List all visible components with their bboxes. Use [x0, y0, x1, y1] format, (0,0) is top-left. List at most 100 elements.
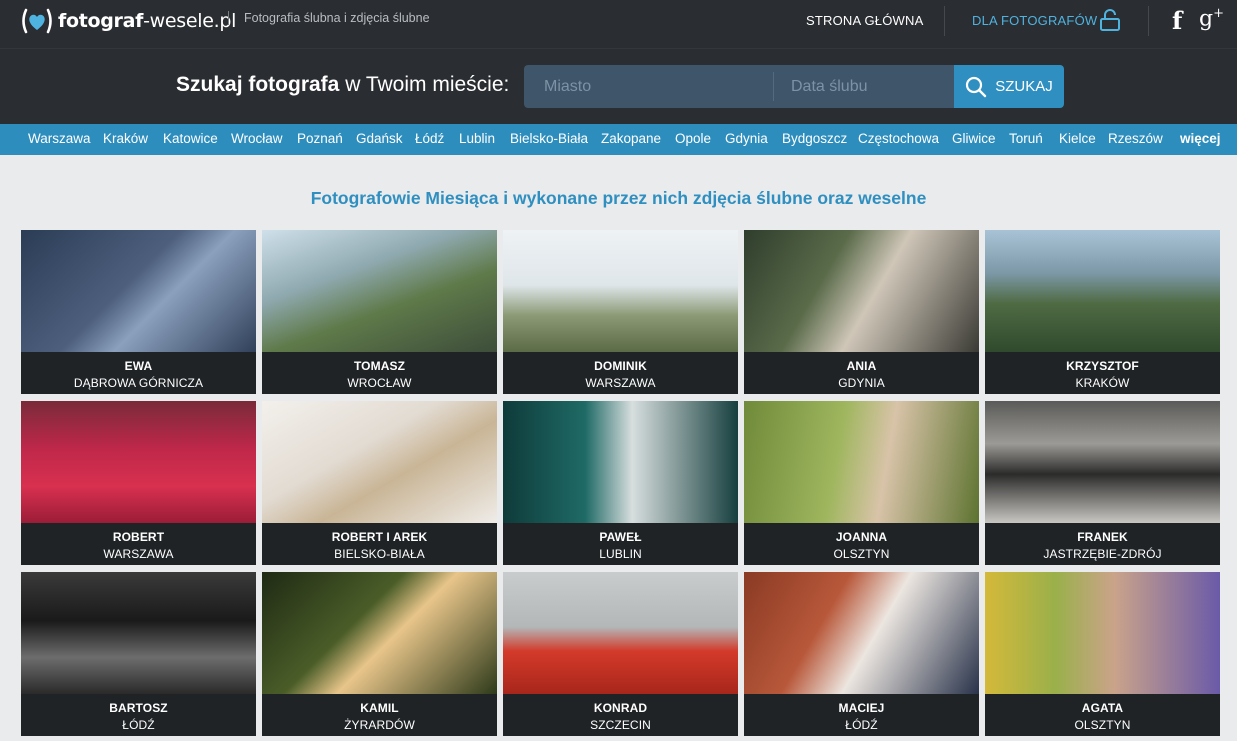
nav-home-link[interactable]: STRONA GŁÓWNA	[806, 13, 923, 28]
more-cities-link[interactable]: więcej	[1180, 131, 1221, 146]
google-plus-sup: +	[1213, 6, 1224, 21]
site-tagline: Fotografia ślubna i zdjęcia ślubne	[244, 11, 430, 25]
search-icon	[966, 76, 987, 97]
city-link[interactable]: Kielce	[1059, 131, 1096, 146]
photographer-photo	[985, 572, 1220, 694]
city-link[interactable]: Rzeszów	[1108, 131, 1163, 146]
city-link[interactable]: Poznań	[297, 131, 343, 146]
photographer-card[interactable]: PAWEŁ LUBLIN	[503, 401, 738, 565]
nav-divider	[944, 6, 945, 36]
social-divider	[1148, 6, 1149, 36]
photographer-name: KONRAD	[593, 701, 648, 715]
photographer-caption: DOMINIK WARSZAWA	[503, 352, 738, 394]
photographer-city: ŁÓDŹ	[845, 718, 878, 732]
photographer-card[interactable]: ROBERT WARSZAWA	[21, 401, 256, 565]
logo-text: fotograf-wesele.pl	[58, 10, 236, 32]
photographer-city: BIELSKO-BIAŁA	[334, 547, 425, 561]
photographer-name: ROBERT I AREK	[331, 530, 428, 544]
photographer-card[interactable]: FRANEK JASTRZĘBIE-ZDRÓJ	[985, 401, 1220, 565]
photographer-name: DOMINIK	[594, 359, 647, 373]
city-link[interactable]: Opole	[675, 131, 711, 146]
city-link[interactable]: Katowice	[163, 131, 218, 146]
site-logo[interactable]: fotograf-wesele.pl	[20, 8, 236, 34]
photographer-name: AGATA	[1081, 701, 1124, 715]
photographer-city: OLSZTYN	[1074, 718, 1131, 732]
photographer-card[interactable]: DOMINIK WARSZAWA	[503, 230, 738, 394]
wedding-date-input[interactable]	[774, 65, 954, 108]
photographer-photo	[262, 572, 497, 694]
city-link[interactable]: Toruń	[1009, 131, 1043, 146]
photographer-name: BARTOSZ	[109, 701, 168, 715]
photographer-city: WARSZAWA	[585, 376, 656, 390]
photographer-name: KRZYSZTOF	[1066, 359, 1139, 373]
photographer-city: GDYNIA	[838, 376, 885, 390]
photographer-card[interactable]: AGATA OLSZTYN	[985, 572, 1220, 736]
photographer-photo	[744, 572, 979, 694]
photographer-photo	[503, 572, 738, 694]
photographer-caption: KAMIL ŻYRARDÓW	[262, 694, 497, 736]
city-link[interactable]: Gdańsk	[356, 131, 403, 146]
photographer-photo	[21, 401, 256, 523]
photographer-name: JOANNA	[835, 530, 888, 544]
photographer-city: OLSZTYN	[833, 547, 890, 561]
photographer-name: ROBERT	[112, 530, 165, 544]
photographer-caption: AGATA OLSZTYN	[985, 694, 1220, 736]
photographer-photo	[21, 230, 256, 352]
photographer-card[interactable]: KONRAD SZCZECIN	[503, 572, 738, 736]
search-title-rest: w Twoim mieście:	[339, 73, 510, 96]
search-button[interactable]: SZUKAJ	[954, 65, 1064, 108]
photographer-card[interactable]: BARTOSZ ŁÓDŹ	[21, 572, 256, 736]
city-link[interactable]: Gdynia	[725, 131, 768, 146]
photographer-city: SZCZECIN	[590, 718, 651, 732]
logo-text-domain: -wesele.pl	[143, 10, 237, 32]
search-button-label: SZUKAJ	[995, 78, 1053, 95]
photographer-photo	[262, 401, 497, 523]
google-plus-icon[interactable]: g+	[1199, 6, 1224, 31]
city-link[interactable]: Gliwice	[952, 131, 996, 146]
photographer-photo	[744, 230, 979, 352]
photographer-card[interactable]: ANIA GDYNIA	[744, 230, 979, 394]
photographer-caption: MACIEJ ŁÓDŹ	[744, 694, 979, 736]
photographer-photo	[21, 572, 256, 694]
photographer-caption: ROBERT WARSZAWA	[21, 523, 256, 565]
photographer-name: TOMASZ	[353, 359, 406, 373]
city-link[interactable]: Bydgoszcz	[782, 131, 847, 146]
photographer-caption: PAWEŁ LUBLIN	[503, 523, 738, 565]
city-link[interactable]: Lublin	[459, 131, 495, 146]
photographer-city: JASTRZĘBIE-ZDRÓJ	[1043, 547, 1162, 561]
photographer-caption: BARTOSZ ŁÓDŹ	[21, 694, 256, 736]
photographer-name: PAWEŁ	[599, 530, 642, 544]
nav-photographers-link[interactable]: DLA FOTOGRAFÓW	[972, 13, 1097, 28]
photographer-name: KAMIL	[360, 701, 399, 715]
city-link[interactable]: Warszawa	[28, 131, 91, 146]
city-link[interactable]: Częstochowa	[858, 131, 939, 146]
city-link[interactable]: Bielsko-Biała	[510, 131, 588, 146]
photographer-card[interactable]: ROBERT I AREK BIELSKO-BIAŁA	[262, 401, 497, 565]
photographer-caption: JOANNA OLSZTYN	[744, 523, 979, 565]
lock-icon[interactable]	[1098, 8, 1122, 32]
facebook-icon[interactable]: f	[1172, 6, 1182, 35]
photographer-card[interactable]: KRZYSZTOF KRAKÓW	[985, 230, 1220, 394]
city-link[interactable]: Łódź	[415, 131, 444, 146]
photographer-city: DĄBROWA GÓRNICZA	[73, 376, 204, 390]
logo-divider	[228, 11, 229, 25]
photographer-card[interactable]: EWA DĄBROWA GÓRNICZA	[21, 230, 256, 394]
photographer-card[interactable]: KAMIL ŻYRARDÓW	[262, 572, 497, 736]
city-link[interactable]: Zakopane	[601, 131, 661, 146]
city-link[interactable]: Wrocław	[231, 131, 283, 146]
city-link[interactable]: Kraków	[103, 131, 148, 146]
photographer-caption: ANIA GDYNIA	[744, 352, 979, 394]
photographer-city: KRAKÓW	[1075, 376, 1130, 390]
top-bar: fotograf-wesele.pl Fotografia ślubna i z…	[0, 0, 1237, 48]
photographer-card[interactable]: JOANNA OLSZTYN	[744, 401, 979, 565]
photographer-photo	[744, 401, 979, 523]
photographer-name: MACIEJ	[838, 701, 885, 715]
photographer-city: WARSZAWA	[103, 547, 174, 561]
photographer-photo	[985, 401, 1220, 523]
photographer-card[interactable]: TOMASZ WROCŁAW	[262, 230, 497, 394]
photographer-name: EWA	[124, 359, 153, 373]
page-heading: Fotografowie Miesiąca i wykonane przez n…	[310, 188, 927, 208]
photographer-city: ŻYRARDÓW	[344, 718, 415, 732]
city-input[interactable]	[524, 65, 773, 108]
photographer-card[interactable]: MACIEJ ŁÓDŹ	[744, 572, 979, 736]
